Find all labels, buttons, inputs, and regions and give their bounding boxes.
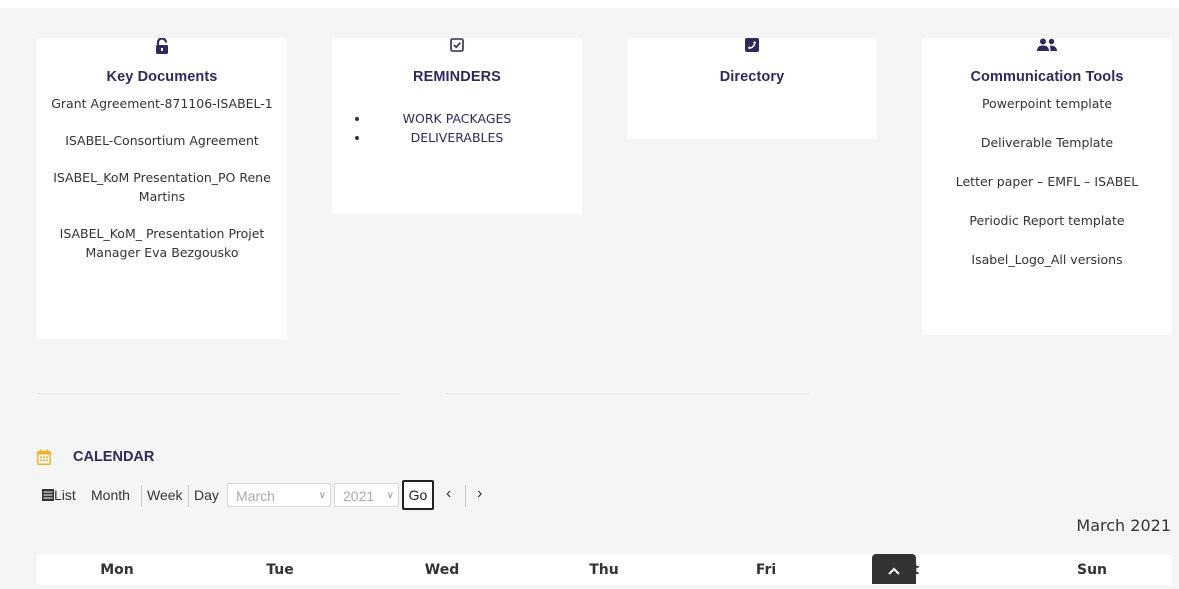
doc-link-kom-presentation-pm[interactable]: ISABEL_KoM_ Presentation Projet Manager … (37, 224, 287, 262)
day-header: Mon (100, 562, 134, 578)
day-header: Thu (589, 562, 619, 578)
scroll-to-top-button[interactable] (872, 554, 916, 584)
communication-tools-title: Communication Tools (970, 69, 1124, 85)
reminders-title: REMINDERS (413, 69, 501, 85)
tool-link-powerpoint-template[interactable]: Powerpoint template (922, 94, 1172, 113)
reminder-item-work-packages[interactable]: WORK PACKAGES (332, 109, 582, 128)
day-header: Tue (266, 562, 294, 578)
reminders-card: REMINDERS WORK PACKAGES DELIVERABLES (332, 38, 582, 214)
toolbar-separator (465, 485, 466, 507)
doc-link-kom-presentation-po[interactable]: ISABEL_KoM Presentation_PO Rene Martins (37, 168, 287, 206)
tool-link-deliverable-template[interactable]: Deliverable Template (922, 133, 1172, 152)
year-select[interactable]: 2021 ∨ (334, 483, 399, 507)
key-documents-card: Key Documents Grant Agreement-871106-ISA… (37, 38, 287, 339)
reminder-label: DELIVERABLES (410, 130, 504, 145)
view-list-button[interactable]: List (42, 483, 76, 507)
calendar-icon (37, 449, 51, 470)
view-list-label: List (54, 487, 76, 503)
month-select-value: March (236, 488, 275, 504)
divider-right (446, 393, 809, 394)
top-strip (0, 0, 1179, 8)
check-square-icon (332, 38, 582, 58)
tool-link-periodic-report-template[interactable]: Periodic Report template (922, 211, 1172, 230)
divider-left (37, 393, 400, 394)
doc-link-grant-agreement[interactable]: Grant Agreement-871106-ISABEL-1 (37, 94, 287, 113)
unlock-icon (37, 38, 287, 58)
directory-title: Directory (719, 69, 785, 85)
month-select[interactable]: March ∨ (227, 483, 331, 507)
calendar-day-header: Mon Tue Wed Thu Fri Sat Sun (37, 555, 1172, 585)
day-header: Wed (424, 562, 460, 578)
key-documents-title: Key Documents (106, 69, 218, 85)
view-day-button[interactable]: Day (194, 483, 219, 507)
calendar-month-title: March 2021 (1076, 516, 1171, 535)
phone-square-icon (627, 38, 877, 58)
day-header: Fri (755, 562, 777, 578)
tool-link-isabel-logo[interactable]: Isabel_Logo_All versions (922, 250, 1172, 269)
next-month-button[interactable]: › (477, 483, 482, 505)
prev-month-button[interactable]: ‹ (446, 483, 451, 505)
day-header: Sun (1076, 562, 1108, 578)
tool-link-letter-paper[interactable]: Letter paper – EMFL – ISABEL (922, 172, 1172, 191)
view-month-button[interactable]: Month (91, 483, 130, 507)
communication-tools-card: Communication Tools Powerpoint template … (922, 38, 1172, 335)
chevron-up-icon (888, 567, 900, 575)
reminders-list: WORK PACKAGES DELIVERABLES (332, 109, 582, 147)
reminder-label: WORK PACKAGES (402, 111, 512, 126)
reminder-item-deliverables[interactable]: DELIVERABLES (332, 128, 582, 147)
users-icon (922, 38, 1172, 58)
list-icon (42, 489, 54, 501)
year-select-value: 2021 (343, 488, 375, 504)
toolbar-separator (188, 485, 189, 507)
directory-card[interactable]: Directory (627, 38, 877, 139)
toolbar-separator (141, 485, 142, 507)
chevron-down-icon: ∨ (386, 490, 394, 501)
go-button[interactable]: Go (402, 480, 434, 510)
doc-link-consortium-agreement[interactable]: ISABEL-Consortium Agreement (37, 131, 287, 150)
calendar-title: CALENDAR (73, 449, 155, 465)
view-week-button[interactable]: Week (147, 483, 183, 507)
chevron-down-icon: ∨ (318, 490, 326, 501)
